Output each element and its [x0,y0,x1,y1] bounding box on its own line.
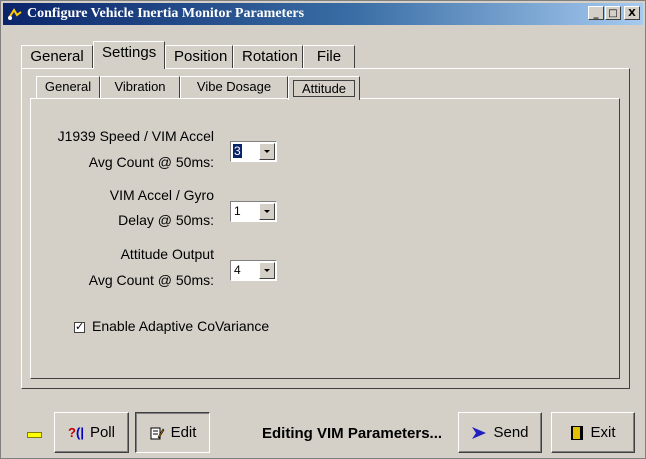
tab-position[interactable]: Position [165,45,233,69]
accel-gyro-delay-value: 1 [234,204,241,218]
attitude-output-label-line1: Attitude Output [120,246,214,262]
attitude-panel: J1939 Speed / VIM Accel Avg Count @ 50ms… [30,98,620,379]
speed-accel-avg-count-select[interactable]: 3 [230,141,277,162]
chevron-down-icon[interactable] [259,203,275,220]
app-icon [8,8,22,20]
exit-button-label: Exit [590,424,616,441]
chevron-down-icon[interactable] [259,262,275,279]
attitude-output-label-line2: Avg Count @ 50ms: [88,272,214,288]
status-indicator-light [27,432,42,438]
edit-button[interactable]: Edit [135,412,210,453]
speed-accel-label-line2: Avg Count @ 50ms: [88,154,214,170]
subtab-vibe-dosage[interactable]: Vibe Dosage [180,76,288,98]
edit-button-label: Edit [170,424,197,441]
adaptive-covariance-label: Enable Adaptive CoVariance [92,318,270,334]
settings-panel: General Vibration Vibe Dosage Attitude J… [21,68,630,389]
tab-general[interactable]: General [21,45,93,69]
close-button[interactable]: X [624,6,640,20]
subtab-vibration[interactable]: Vibration [100,76,180,98]
tab-settings[interactable]: Settings [93,41,165,69]
exit-door-icon [571,425,584,440]
accel-gyro-delay-select[interactable]: 1 [230,201,277,222]
subtab-attitude-label: Attitude [293,80,355,97]
exit-button[interactable]: Exit [551,412,635,453]
send-arrow-icon [472,426,487,439]
minimize-button[interactable]: _ [588,6,604,20]
poll-button[interactable]: ?(| Poll [54,412,129,453]
speed-accel-avg-count-value: 3 [233,144,242,158]
accel-gyro-label-line2: Delay @ 50ms: [118,212,214,228]
attitude-output-avg-count-value: 4 [234,263,241,277]
send-button-label: Send [493,424,529,441]
tab-rotation[interactable]: Rotation [233,45,303,69]
accel-gyro-label-line1: VIM Accel / Gyro [109,187,214,203]
title-bar[interactable]: Configure Vehicle Inertia Monitor Parame… [3,3,643,25]
window-title: Configure Vehicle Inertia Monitor Parame… [27,6,305,21]
chevron-down-icon[interactable] [259,143,275,160]
edit-icon [150,427,164,439]
adaptive-covariance-checkbox[interactable] [74,320,85,333]
speed-accel-label-line1: J1939 Speed / VIM Accel [57,128,214,144]
poll-button-label: Poll [89,424,115,441]
maximize-button[interactable]: □ [605,6,621,20]
poll-icon: ?(| [68,425,84,440]
subtab-general[interactable]: General [36,76,100,98]
tab-file[interactable]: File [303,45,355,69]
attitude-output-avg-count-select[interactable]: 4 [230,260,277,281]
subtab-attitude[interactable]: Attitude [288,76,360,100]
send-button[interactable]: Send [458,412,542,453]
main-window: Configure Vehicle Inertia Monitor Parame… [0,0,646,459]
status-text: Editing VIM Parameters... [262,425,443,442]
